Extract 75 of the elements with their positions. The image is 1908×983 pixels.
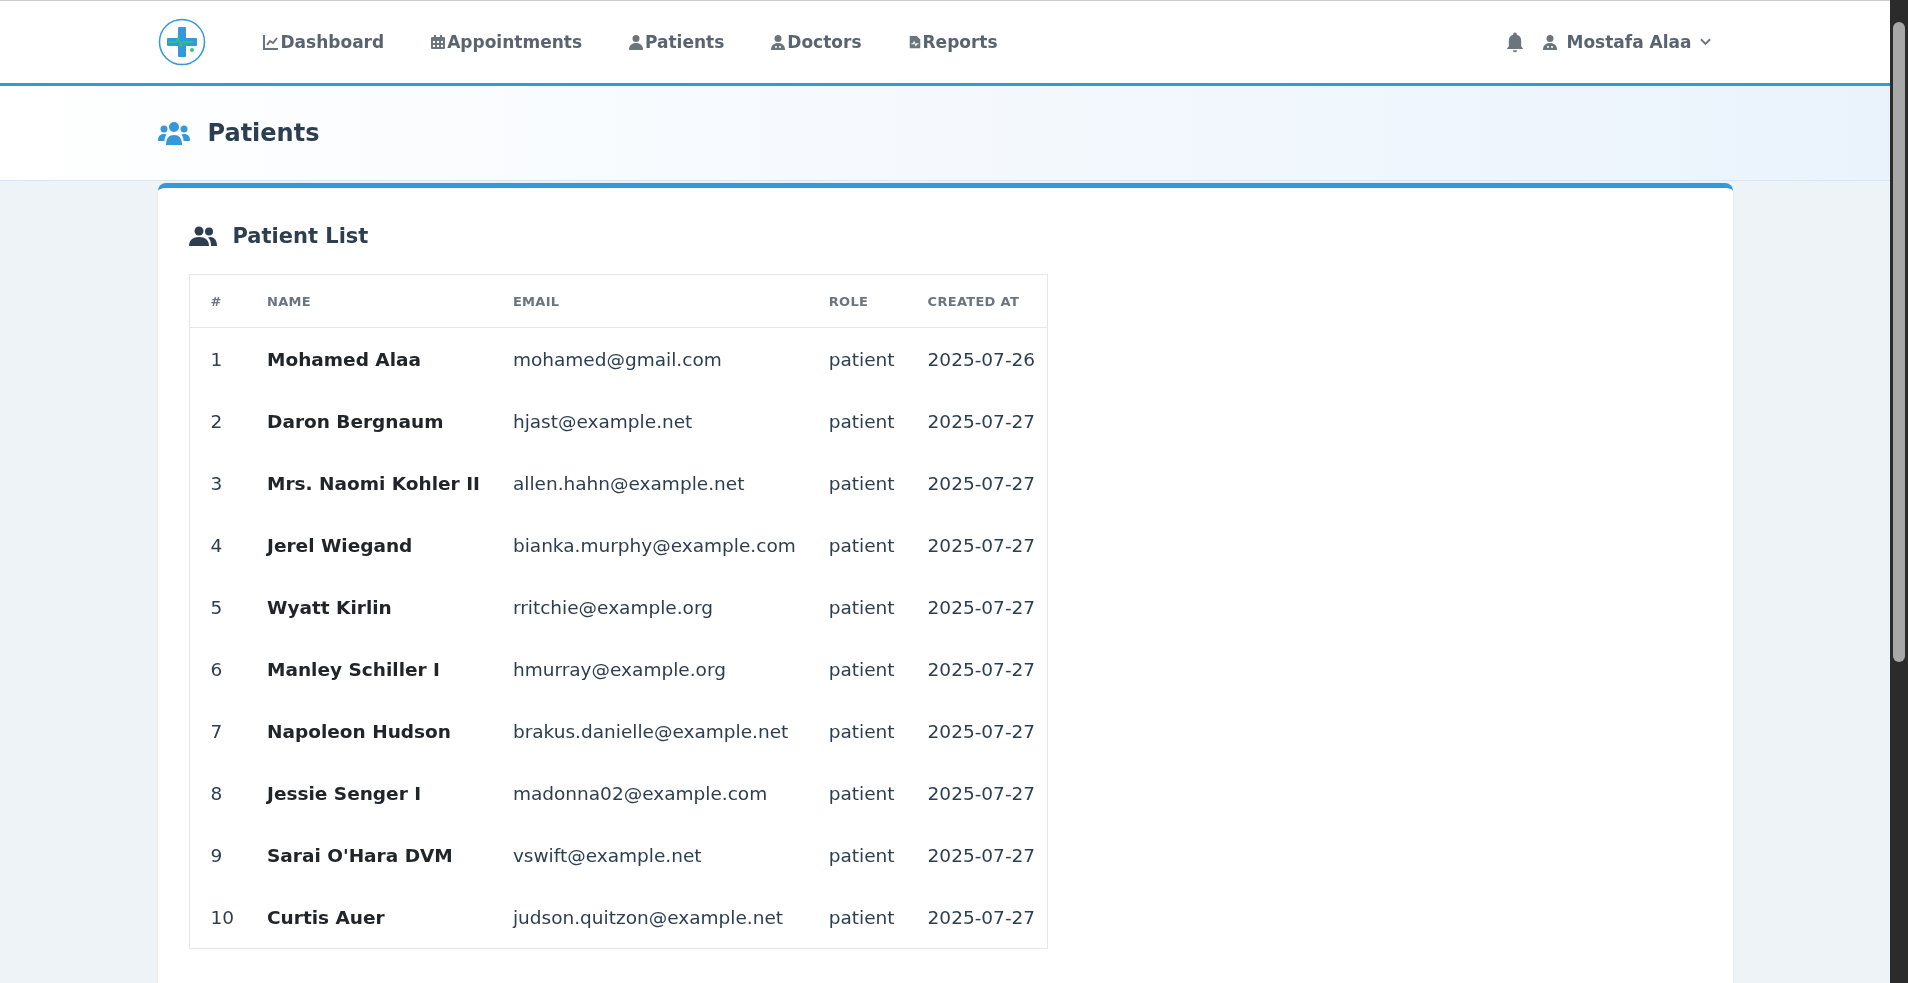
table-cell-text: vswift@example.net: [511, 843, 703, 868]
table-cell-text: patient: [827, 719, 896, 744]
table-cell-text: patient: [827, 843, 896, 868]
table-cell-text: Daron Bergnaum: [266, 409, 445, 434]
nav-link[interactable]: Reports: [907, 32, 998, 52]
table-cell: 2025-07-27: [906, 762, 1048, 824]
person-icon: [628, 34, 644, 50]
nav-link[interactable]: Doctors: [770, 32, 862, 52]
table-cell: 2025-07-26: [906, 327, 1048, 390]
table-cell-text: patient: [827, 657, 896, 682]
table-cell-text: Napoleon Hudson: [266, 719, 452, 744]
column-header: EMAIL: [491, 274, 808, 328]
page-title: Patients: [207, 119, 320, 147]
table-cell-text: Manley Schiller I: [266, 657, 441, 682]
table-cell: mohamed@gmail.com: [491, 327, 808, 390]
table-cell: 2025-07-27: [906, 824, 1048, 886]
nav-link[interactable]: Appointments: [430, 32, 582, 52]
column-header: NAME: [246, 274, 492, 328]
medical-cross-logo[interactable]: [157, 18, 206, 66]
table-cell-text: Jerel Wiegand: [265, 533, 414, 558]
table-cell: 8: [189, 762, 247, 824]
table-cell-text: patient: [827, 595, 896, 620]
table-cell: 7: [189, 700, 247, 762]
table-cell: 3: [189, 452, 247, 514]
doctor-icon: [1542, 34, 1559, 50]
table-cell-text: Mrs. Naomi Kohler II: [266, 471, 481, 496]
table-cell-text: madonna02@example.com: [511, 781, 769, 806]
table-cell: 2025-07-27: [906, 452, 1048, 514]
table-cell-text: allen.hahn@example.net: [511, 471, 746, 496]
table-cell: Curtis Auer: [246, 886, 492, 949]
table-cell-text: bianka.murphy@example.com: [511, 533, 797, 558]
scrollbar[interactable]: [1890, 0, 1908, 983]
table-cell-text: patient: [827, 781, 896, 806]
calendar-icon: [430, 34, 447, 50]
document-icon: [907, 34, 922, 50]
table-cell: 10: [189, 886, 247, 949]
table-cell: 2025-07-27: [906, 638, 1048, 700]
chevron-down-icon: [1699, 38, 1711, 46]
table-cell-text: Sarai O'Hara DVM: [266, 843, 454, 868]
table-cell: 2025-07-27: [906, 886, 1048, 949]
users-icon: [157, 121, 190, 145]
table-cell-text: brakus.danielle@example.net: [511, 719, 790, 744]
table-cell-text: Jessie Senger I: [265, 781, 423, 806]
scrollbar-thumb[interactable]: [1893, 22, 1905, 662]
table-cell-text: patient: [827, 533, 896, 558]
table-cell: 2: [189, 390, 247, 452]
table-cell: 5: [189, 576, 247, 638]
card-title: Patient List: [232, 224, 369, 248]
table-cell: patient: [807, 327, 907, 390]
line-chart-icon: [261, 34, 280, 50]
table-cell-text: rritchie@example.org: [511, 595, 714, 620]
table-cell-text: Wyatt Kirlin: [266, 595, 393, 620]
column-header: ROLE: [807, 274, 907, 328]
table-cell: 4: [189, 514, 247, 576]
table-cell: 2025-07-27: [906, 514, 1048, 576]
table-cell: 6: [189, 638, 247, 700]
column-header: #: [189, 274, 247, 328]
user-menu[interactable]: Mostafa Alaa: [1542, 32, 1711, 52]
table-cell: 9: [189, 824, 247, 886]
table-cell: patient: [807, 886, 907, 949]
table-cell-text: hjast@example.net: [511, 409, 694, 434]
table-cell-text: patient: [827, 471, 896, 496]
table-cell: Mohamed Alaa: [246, 327, 492, 390]
table-cell: 1: [189, 327, 247, 390]
column-header: CREATED AT: [906, 274, 1048, 328]
table-cell: judson.quitzon@example.net: [491, 886, 808, 949]
nav-link[interactable]: Patients: [628, 32, 725, 52]
table-cell: 2025-07-27: [906, 390, 1048, 452]
table-cell: 2025-07-27: [906, 700, 1048, 762]
doctor-icon: [770, 34, 787, 50]
table-cell-text: hmurray@example.org: [511, 657, 727, 682]
users-icon: [188, 226, 217, 246]
nav-link[interactable]: Dashboard: [261, 32, 385, 52]
table-cell-text: patient: [827, 409, 896, 434]
table-cell: 2025-07-27: [906, 576, 1048, 638]
